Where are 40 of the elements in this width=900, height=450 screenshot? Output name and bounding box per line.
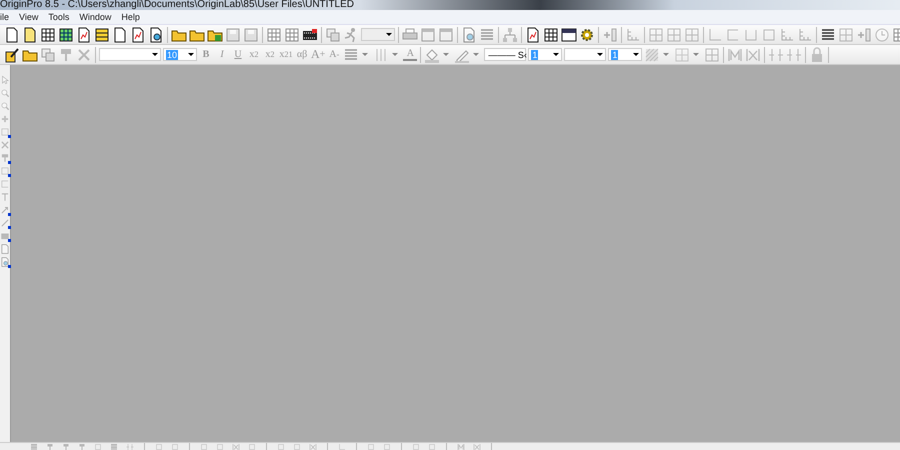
zoom-icon[interactable]	[0, 88, 10, 98]
window-title: OriginPro 8.5 - C:\Users\zhangli\Documents\OriginLab\85\User Files\UNTITLED	[0, 0, 354, 10]
chart-page-icon[interactable]	[76, 26, 92, 42]
rectangle-icon[interactable]	[0, 230, 10, 240]
dropdown[interactable]	[99, 48, 161, 61]
table-icon[interactable]	[40, 26, 56, 42]
frame-icon[interactable]	[0, 126, 10, 136]
page-magnifier-icon[interactable]	[148, 26, 164, 42]
film-icon[interactable]	[302, 26, 318, 42]
menu-item[interactable]: Help	[121, 12, 140, 22]
table-icon[interactable]	[58, 26, 74, 42]
menu-item[interactable]: View	[19, 12, 38, 22]
dropdown[interactable]: 10	[163, 48, 197, 61]
chart-page-icon[interactable]	[525, 26, 541, 42]
page-magnifier-icon[interactable]	[0, 256, 10, 266]
caret-icon[interactable]	[663, 53, 670, 56]
menu-item[interactable]: Window	[79, 12, 112, 22]
table-icon[interactable]	[543, 26, 559, 42]
zoom-icon[interactable]	[0, 100, 10, 110]
dropdown[interactable]: 1	[528, 48, 562, 61]
chart-page-icon[interactable]	[130, 26, 146, 42]
dropdown[interactable]: ——— S‹	[484, 48, 526, 61]
dropdown[interactable]: 1	[608, 48, 642, 61]
lines-icon[interactable]	[820, 26, 836, 42]
dropdown[interactable]	[564, 48, 606, 61]
gear-icon[interactable]	[579, 26, 595, 42]
caret-icon[interactable]	[362, 53, 368, 56]
caret-icon[interactable]	[392, 53, 398, 56]
caret-icon[interactable]	[473, 53, 480, 56]
menu-item[interactable]: Tools	[48, 12, 70, 22]
arrow-icon[interactable]	[0, 204, 10, 214]
line-icon[interactable]	[0, 218, 10, 228]
table-icon[interactable]	[94, 26, 110, 42]
menu-item[interactable]: ile	[0, 12, 10, 22]
pencil-icon[interactable]	[4, 46, 20, 62]
pointer-icon[interactable]	[0, 74, 10, 84]
frame-icon[interactable]	[0, 166, 10, 176]
calendar-icon[interactable]	[561, 26, 577, 42]
caret-icon[interactable]	[693, 53, 700, 56]
caret-icon[interactable]	[443, 53, 450, 56]
